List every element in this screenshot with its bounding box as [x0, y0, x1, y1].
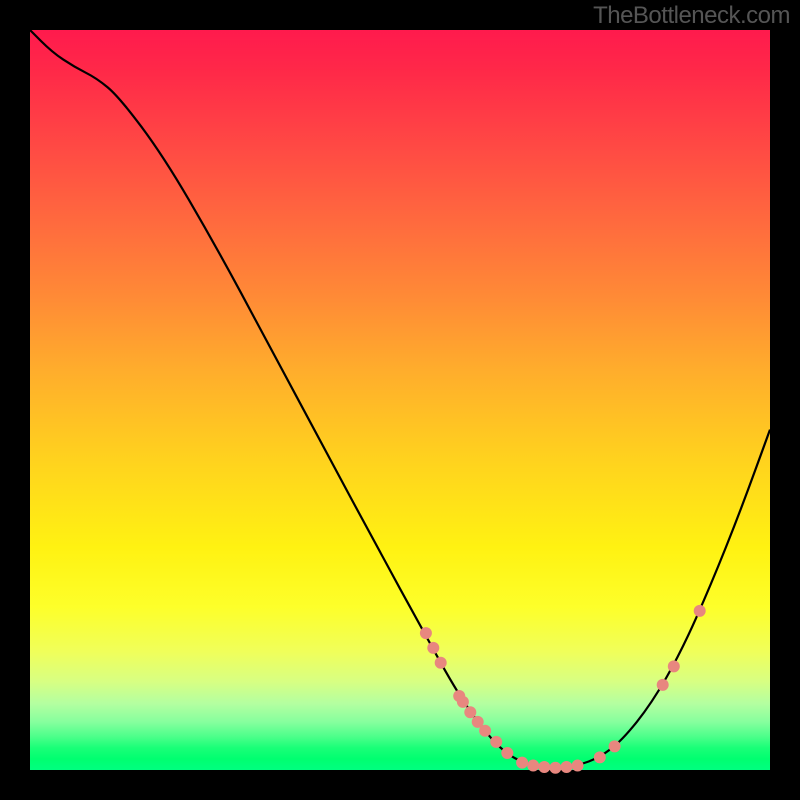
curve-marker [516, 757, 528, 769]
curve-marker [501, 747, 513, 759]
curve-marker [464, 706, 476, 718]
curve-marker [668, 660, 680, 672]
curve-marker [538, 761, 550, 773]
curve-marker [427, 642, 439, 654]
curve-marker [420, 627, 432, 639]
curve-markers [420, 605, 706, 774]
curve-marker [594, 751, 606, 763]
curve-marker [457, 696, 469, 708]
curve-marker [490, 736, 502, 748]
curve-marker [527, 760, 539, 772]
curve-marker [657, 679, 669, 691]
curve-marker [694, 605, 706, 617]
curve-marker [572, 760, 584, 772]
bottleneck-chart [30, 30, 770, 770]
curve-marker [549, 762, 561, 774]
watermark-text: TheBottleneck.com [593, 2, 790, 30]
curve-marker [561, 761, 573, 773]
bottleneck-curve [30, 30, 770, 767]
chart-svg [30, 30, 770, 770]
curve-marker [435, 657, 447, 669]
curve-marker [479, 725, 491, 737]
curve-marker [609, 740, 621, 752]
